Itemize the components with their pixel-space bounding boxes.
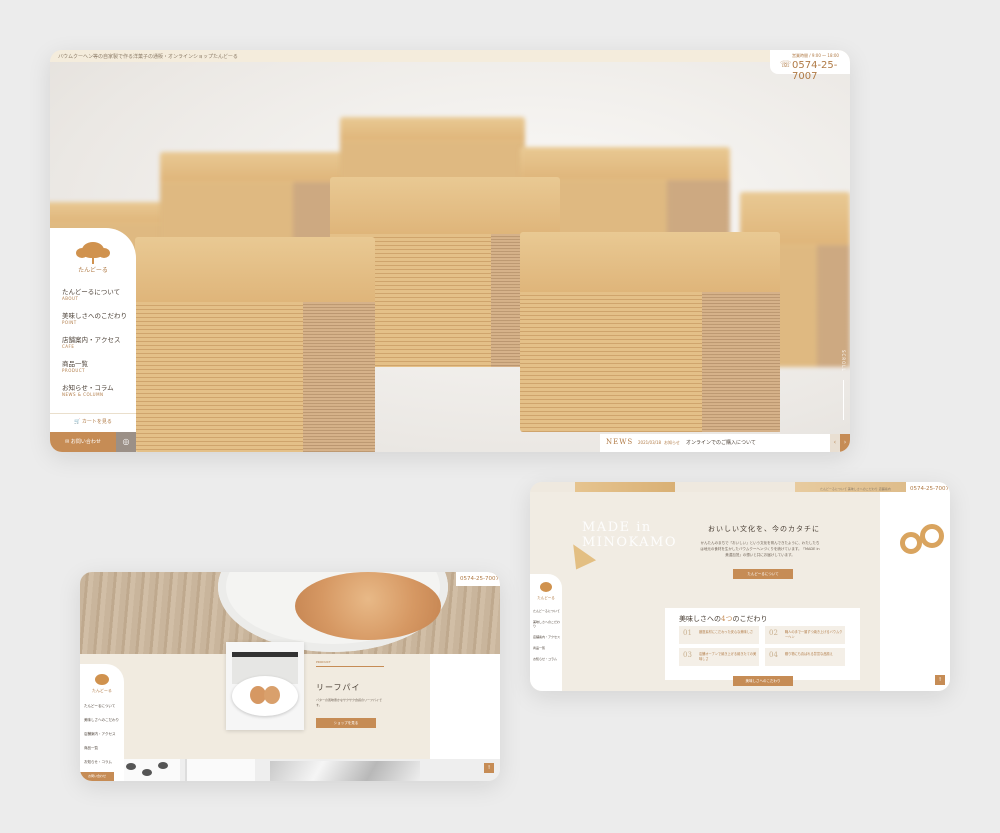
side-blank [430,654,500,759]
news-title[interactable]: オンラインでのご購入について [686,439,756,446]
nav-item[interactable]: お知らせ・コラム [84,760,124,765]
product-title: リーフパイ [316,683,361,692]
scroll-indicator: SCROLL [841,350,846,372]
top-bar: バウムクーヘン等の自家製で作る洋菓子の通販・オンラインショップたんどーる [50,50,850,62]
product-screenshot: PRODUCT リーフパイ バターの風味豊かなサクサク食感のリーフパイです。 シ… [80,572,500,781]
mini-baum [900,532,922,554]
page-top-icon[interactable]: ↑ [935,675,945,685]
cake-piece [520,232,780,432]
tree-logo-icon [76,242,110,258]
tree-logo-icon [540,582,552,592]
gift-box [120,759,180,781]
phone-icon: ☏ [780,60,792,70]
nav-item-point[interactable]: 美味しさへのこだわり POINT [62,310,127,325]
nav-item[interactable]: 店舗案内・アクセス [84,732,124,737]
gift-box [185,759,255,781]
cart-icon: 🛒 [74,419,82,425]
contact-button[interactable]: ✉ お問い合わせ [50,432,116,452]
hero-screenshot: バウムクーヘン等の自家製で作る洋菓子の通販・オンラインショップたんどーる 営業時… [50,50,850,452]
point-item: 02 職人の手で一層ずつ焼き上げるバウムクーヘン [765,626,845,644]
contact-button[interactable]: お問い合わせ [80,772,114,781]
news-prev-icon[interactable]: ‹ [830,434,840,452]
nav-item[interactable]: お知らせ・コラム [533,657,562,661]
made-in-heading: MADE in MINOKAMO [582,520,678,550]
logo-text: たんどーる [92,688,112,693]
nav-item-product[interactable]: 商品一覧 PRODUCT [62,358,127,373]
sidebar: たんどーる たんどーるについて 美味しさへのこだわり 店舗案内・アクセス 商品一… [530,574,562,691]
news-bar[interactable]: NEWS 2021/03/18 お知らせ オンラインでのご購入について ‹ › [600,434,850,452]
phone-box[interactable]: 0574-25-7007 [456,572,500,586]
point-item: 03 店舗オーブンで焼き上げる焼きたての美味しさ [679,648,759,666]
sidebar: たんどーる たんどーるについて 美味しさへのこだわり 店舗案内・アクセス 商品一… [80,664,124,781]
foil-wrapping [270,761,420,781]
divider [316,666,384,667]
page-top-icon[interactable]: ↑ [484,763,494,773]
about-screenshot: たんどーるについて 美味しさへのこだわり 店舗案内 0574-25-7007 M… [530,482,950,691]
about-button[interactable]: たんどーるについて [733,569,793,579]
nav-item[interactable]: 商品一覧 [533,646,562,650]
phone-box[interactable]: 営業時間 / 9:00 ～ 18:00 ☏ 0574-25-7007 [770,50,850,82]
product-photo [226,642,304,730]
point-item: 04 贈り物にも喜ばれる豊富な品揃え [765,648,845,666]
about-section: MADE in MINOKAMO おいしい文化を、今のカタチに かんたんのまちで… [530,492,880,691]
about-heading: おいしい文化を、今のカタチに [708,525,820,533]
news-category: お知らせ [664,440,680,445]
phone-number[interactable]: 0574-25-7007 [792,60,850,82]
point-item: 01 厳選素材にこだわった安心な美味しさ [679,626,759,644]
nav-item[interactable]: たんどーるについて [533,609,562,613]
site-tagline: バウムクーヘン等の自家製で作る洋菓子の通販・オンラインショップたんどーる [58,54,238,60]
site-logo[interactable]: たんどーる [74,240,112,274]
mini-baum [920,524,944,548]
about-body: かんたんのまちで「おいしい」という文化を育んできたように、わたしたちは地元の食材… [700,541,820,557]
business-hours: 営業時間 / 9:00 ～ 18:00 [792,53,839,58]
phone-number[interactable]: 0574-25-7007 [460,576,499,582]
nav-item-news[interactable]: お知らせ・コラム NEWS & COLUMN [62,382,127,397]
nav-item[interactable]: たんどーるについて [84,704,124,709]
nav-item[interactable]: 美味しさへのこだわり [84,718,124,723]
instagram-button[interactable]: ◎ [116,432,136,452]
news-next-icon[interactable]: › [840,434,850,452]
cart-button[interactable]: 🛒 カートを見る [50,413,136,430]
contact-label: お問い合わせ [70,439,101,445]
product-description: バターの風味豊かなサクサク食感のリーフパイです。 [316,698,382,707]
news-label: NEWS [606,438,634,446]
logo-text: たんどーる [78,267,108,274]
news-date: 2021/03/18 [638,440,662,445]
points-button[interactable]: 美味しさへのこだわり [733,676,793,686]
instagram-icon: ◎ [122,437,130,446]
logo-text: たんどーる [537,596,555,600]
cake-piece [135,237,375,452]
points-box: 美味しさへの4つのこだわり 01 厳選素材にこだわった安心な美味しさ 02 職人の手… [665,608,860,680]
main-nav: たんどーるについて ABOUT 美味しさへのこだわり POINT 店舗案内・アクセス… [62,286,127,406]
nav-item[interactable]: 美味しさへのこだわり [533,620,562,628]
nav-item[interactable]: 商品一覧 [84,746,124,751]
product-subtitle: PRODUCT [316,660,331,664]
side-image: ↑ [880,492,950,691]
hero-image [50,62,850,452]
cart-label: カートを見る [81,419,112,425]
nav-item-about[interactable]: たんどーるについて ABOUT [62,286,127,301]
top-nav[interactable]: たんどーるについて 美味しさへのこだわり 店舗案内 [820,487,891,491]
points-title: 美味しさへの4つのこだわり [679,615,768,623]
packaging-image: ↑ [80,759,500,781]
scroll-line [843,380,844,420]
sidebar: たんどーる たんどーるについて ABOUT 美味しさへのこだわり POINT 店舗案… [50,228,136,452]
nav-item[interactable]: 店舗案内・アクセス [533,635,562,639]
shop-button[interactable]: ショップを見る [316,718,376,728]
nav-item-cafe[interactable]: 店舗案内・アクセス CAFE [62,334,127,349]
leaf-pie-image [295,572,441,640]
tree-logo-icon [95,674,109,685]
